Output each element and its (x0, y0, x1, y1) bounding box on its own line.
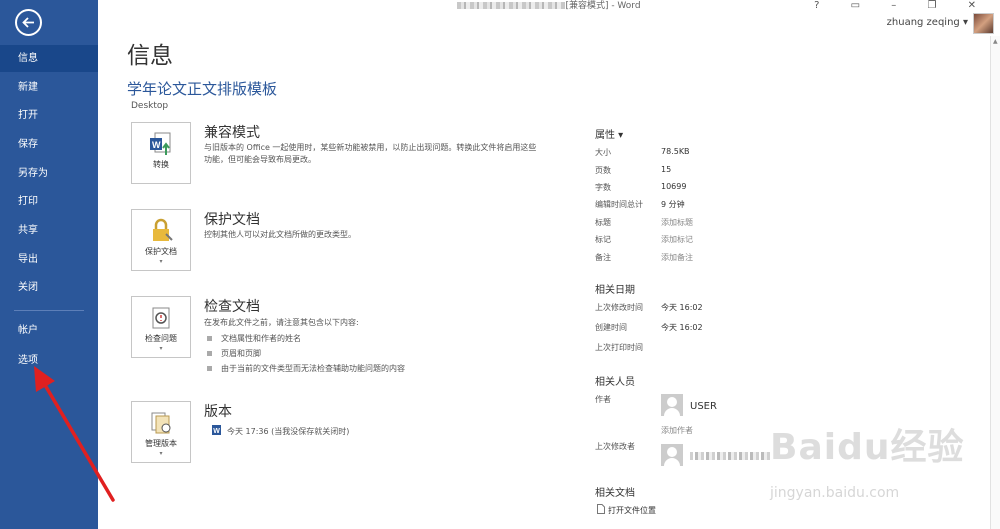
inspect-bullet: 页眉和页脚 (207, 348, 261, 359)
chevron-down-icon: ▾ (159, 450, 163, 457)
nav-share[interactable]: 共享 (0, 217, 98, 244)
property-label: 编辑时间总计 (595, 200, 643, 209)
inspect-bullet: 由于当前的文件类型而无法检查辅助功能问题的内容 (207, 363, 405, 374)
vertical-scrollbar[interactable]: ▲ (990, 36, 1000, 529)
property-value: 15 (661, 165, 672, 174)
manage-versions-button[interactable]: 管理版本 ▾ (131, 401, 191, 463)
add-title-field[interactable]: 添加标题 (661, 217, 693, 228)
property-label: 标记 (595, 235, 611, 244)
version-entry-label: 今天 17:36 (当我没保存就关闭时) (227, 427, 350, 436)
property-label: 大小 (595, 148, 611, 157)
account-name[interactable]: zhuang zeqing ▾ (887, 17, 968, 28)
add-author-link[interactable]: 添加作者 (661, 425, 693, 436)
date-value: 今天 16:02 (661, 323, 703, 332)
date-value: 今天 16:02 (661, 303, 703, 312)
related-docs-heading: 相关文档 (595, 488, 635, 499)
check-issues-label: 检查问题 (145, 334, 177, 343)
protect-title: 保护文档 (204, 212, 260, 228)
page-title: 信息 (127, 43, 173, 69)
word-doc-icon: W (212, 425, 221, 435)
author-label: 作者 (595, 395, 611, 404)
nav-divider (14, 310, 84, 311)
lock-icon (153, 218, 173, 241)
property-value: 9 分钟 (661, 200, 685, 209)
chevron-down-icon: ▾ (159, 258, 163, 265)
account-name-text: zhuang zeqing (886, 17, 960, 28)
nav-open[interactable]: 打开 (0, 102, 98, 129)
nav-new[interactable]: 新建 (0, 74, 98, 101)
date-label: 上次修改时间 (595, 303, 643, 312)
window-controls[interactable]: ? ▭ – ❐ ✕ (814, 0, 990, 12)
versions-icon (151, 412, 171, 434)
convert-button[interactable]: W 转换 (131, 122, 191, 184)
scroll-up-icon[interactable]: ▲ (993, 38, 998, 45)
back-button[interactable] (15, 9, 42, 36)
property-label: 标题 (595, 218, 611, 227)
avatar[interactable] (973, 13, 994, 34)
property-label: 备注 (595, 253, 611, 262)
window-title-suffix: [兼容模式] - Word (565, 1, 641, 11)
svg-text:W: W (152, 140, 161, 150)
inspect-bullet: 文档属性和作者的姓名 (207, 333, 301, 344)
nav-info[interactable]: 信息 (0, 45, 98, 72)
property-label: 页数 (595, 166, 611, 175)
document-path: Desktop (131, 101, 169, 111)
compat-title: 兼容模式 (204, 125, 260, 141)
inspect-icon (152, 307, 170, 329)
nav-close[interactable]: 关闭 (0, 274, 98, 301)
convert-button-label: 转换 (153, 160, 169, 169)
properties-heading[interactable]: 属性 ▾ (595, 126, 623, 141)
date-label: 创建时间 (595, 323, 627, 332)
property-label: 字数 (595, 183, 611, 192)
nav-save-as[interactable]: 另存为 (0, 160, 98, 187)
related-people-heading: 相关人员 (595, 377, 635, 388)
protect-description: 控制其他人可以对此文档所做的更改类型。 (204, 230, 356, 239)
property-value: 78.5KB (661, 147, 690, 156)
nav-export[interactable]: 导出 (0, 246, 98, 273)
account-caret-icon: ▾ (962, 17, 968, 28)
related-dates-heading: 相关日期 (595, 285, 635, 296)
author-avatar (661, 394, 683, 416)
nav-save[interactable]: 保存 (0, 131, 98, 158)
nav-options[interactable]: 选项 (0, 347, 98, 374)
add-tag-field[interactable]: 添加标记 (661, 234, 693, 245)
document-icon (597, 504, 605, 514)
convert-icon: W (150, 132, 171, 155)
inspect-title: 检查文档 (204, 299, 260, 315)
redacted-filename (457, 2, 566, 9)
baidu-watermark: Baidu经验 (770, 427, 965, 468)
back-arrow-icon (22, 17, 34, 28)
add-comment-field[interactable]: 添加备注 (661, 252, 693, 263)
inspect-description: 在发布此文件之前，请注意其包含以下内容: (204, 318, 359, 327)
modifier-avatar (661, 444, 683, 466)
baidu-watermark-url: jingyan.baidu.com (770, 485, 900, 501)
nav-account[interactable]: 帐户 (0, 317, 98, 344)
protect-button-label: 保护文档 (145, 247, 177, 256)
check-issues-button[interactable]: 检查问题 ▾ (131, 296, 191, 358)
chevron-down-icon: ▾ (159, 345, 163, 352)
document-title: 学年论文正文排版模板 (127, 80, 278, 98)
author-name[interactable]: USER (690, 401, 717, 412)
svg-text:W: W (213, 428, 220, 435)
date-label: 上次打印时间 (595, 343, 643, 352)
redacted-modifier-name (690, 452, 770, 460)
nav-print[interactable]: 打印 (0, 188, 98, 215)
open-file-location-label: 打开文件位置 (608, 506, 656, 515)
versions-title: 版本 (204, 404, 232, 420)
open-file-location-link[interactable]: 打开文件位置 (597, 504, 656, 516)
manage-versions-label: 管理版本 (145, 439, 177, 448)
last-modified-by-label: 上次修改者 (595, 442, 635, 451)
backstage-sidebar: 信息 新建 打开 保存 另存为 打印 共享 导出 关闭 帐户 选项 (0, 0, 98, 529)
property-value: 10699 (661, 182, 687, 191)
version-entry[interactable]: W 今天 17:36 (当我没保存就关闭时) (212, 425, 552, 438)
protect-document-button[interactable]: 保护文档 ▾ (131, 209, 191, 271)
compat-description: 与旧版本的 Office 一起使用时，某些新功能被禁用，以防止出现问题。转换此文… (204, 143, 537, 164)
